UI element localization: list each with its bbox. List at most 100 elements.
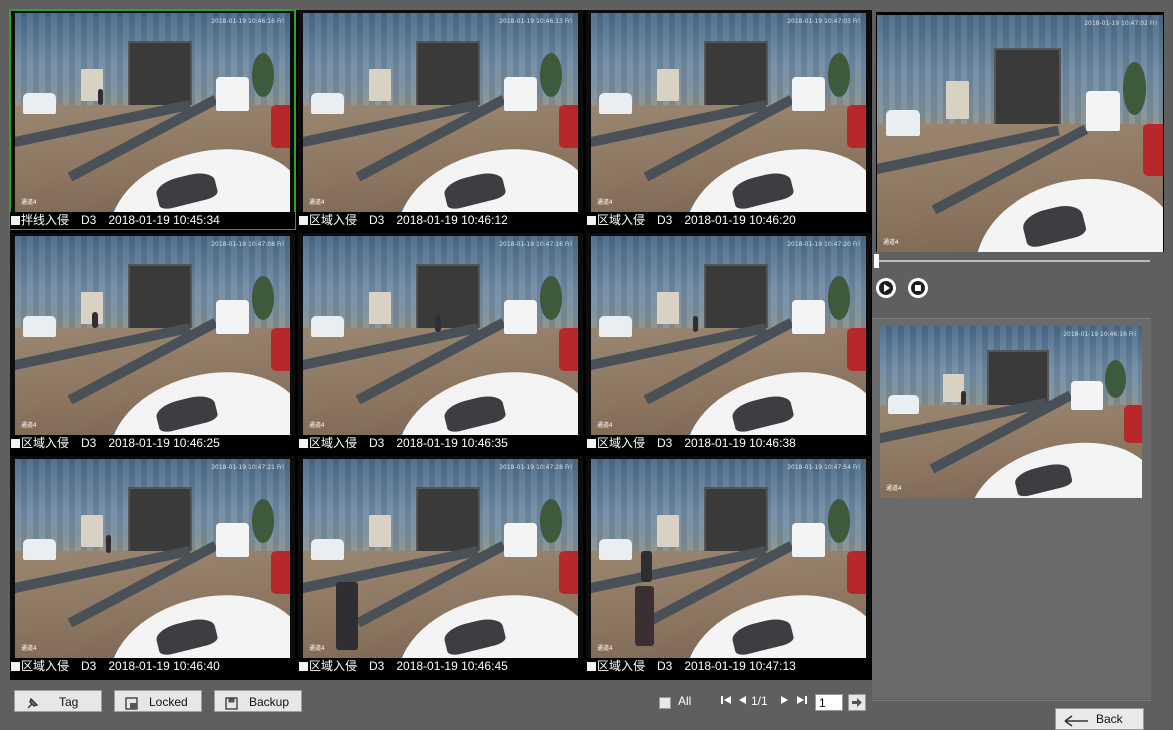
back-label: Back	[1096, 712, 1123, 726]
channel-label: D3	[657, 436, 673, 450]
stop-button[interactable]	[908, 278, 928, 298]
last-page-icon[interactable]	[796, 694, 808, 712]
save-icon	[225, 695, 239, 710]
channel-label: D3	[81, 213, 97, 227]
channel-overlay: 通道4	[21, 646, 37, 652]
snapshot-caption: 区域入侵 D3 2018-01-19 10:46:40	[10, 658, 295, 675]
select-checkbox[interactable]	[11, 662, 20, 671]
select-all-checkbox[interactable]	[659, 697, 671, 709]
event-type: 区域入侵	[309, 436, 358, 450]
seek-bar[interactable]	[876, 260, 1150, 262]
stop-icon	[910, 280, 926, 296]
snapshot-cell[interactable]: 2018-01-19 10:47:21 Fri 通道4 区域入侵 D3 2018-0…	[10, 456, 295, 675]
event-type: 区域入侵	[597, 436, 646, 450]
select-checkbox[interactable]	[587, 216, 596, 225]
snapshot-cell[interactable]: 2018-01-19 10:46:16 Fri 通道4 拌线入侵 D3 2018-0…	[9, 9, 296, 230]
backup-label: Backup	[249, 695, 290, 709]
arrow-right-icon	[852, 698, 862, 707]
select-checkbox[interactable]	[299, 216, 308, 225]
prev-page-icon[interactable]	[737, 694, 747, 712]
snapshot-image: 2018-01-19 10:46:16 Fri 通道4	[15, 13, 290, 212]
tag-label: Tag	[59, 695, 79, 709]
snapshot-cell[interactable]: 2018-01-19 10:47:08 Fri 通道4 区域入侵 D3 2018-0…	[10, 233, 295, 452]
snapshot-caption: 区域入侵 D3 2018-01-19 10:46:38	[586, 435, 871, 452]
event-time: 2018-01-19 10:46:38	[684, 436, 796, 450]
channel-overlay: 通道4	[309, 423, 325, 429]
select-checkbox[interactable]	[587, 439, 596, 448]
video-timestamp: 2018-01-19 10:47:20 Fri	[787, 241, 860, 248]
video-timestamp: 2018-01-19 10:47:54 Fri	[787, 464, 860, 471]
video-timestamp: 2018-01-19 10:47:16 Fri	[499, 241, 572, 248]
video-player[interactable]: 2018-01-19 10:47:02 Fri 通道4	[876, 12, 1164, 252]
snapshot-caption: 区域入侵 D3 2018-01-19 10:46:35	[298, 435, 583, 452]
snapshot-image: 2018-01-19 10:47:08 Fri 通道4	[15, 236, 290, 435]
channel-label: D3	[81, 436, 97, 450]
back-button[interactable]: Back	[1055, 708, 1144, 730]
event-type: 区域入侵	[309, 213, 358, 227]
video-timestamp: 2018-01-19 10:46:13 Fri	[499, 18, 572, 25]
select-checkbox[interactable]	[11, 216, 20, 225]
snapshot-image: 2018-01-19 10:47:28 Fri 通道4	[303, 459, 578, 658]
locked-button[interactable]: Locked	[114, 690, 202, 712]
snapshot-cell[interactable]: 2018-01-19 10:47:03 Fri 通道4 区域入侵 D3 2018-0…	[586, 10, 871, 229]
select-checkbox[interactable]	[11, 439, 20, 448]
channel-label: D3	[369, 659, 385, 673]
lock-icon	[125, 695, 139, 710]
event-time: 2018-01-19 10:46:45	[396, 659, 508, 673]
page-number-input[interactable]: 1	[815, 694, 843, 711]
channel-label: D3	[369, 436, 385, 450]
select-checkbox[interactable]	[587, 662, 596, 671]
snapshot-image: 2018-01-19 10:47:16 Fri 通道4	[303, 236, 578, 435]
snapshot-caption: 区域入侵 D3 2018-01-19 10:46:45	[298, 658, 583, 675]
snapshot-caption: 区域入侵 D3 2018-01-19 10:46:20	[586, 212, 871, 229]
event-type: 区域入侵	[597, 659, 646, 673]
snapshot-caption: 区域入侵 D3 2018-01-19 10:47:13	[586, 658, 871, 675]
play-button[interactable]	[876, 278, 896, 298]
channel-overlay: 通道4	[309, 646, 325, 652]
go-page-button[interactable]	[848, 694, 866, 711]
channel-overlay: 通道4	[597, 646, 613, 652]
snapshot-cell[interactable]: 2018-01-19 10:46:13 Fri 通道4 区域入侵 D3 2018-0…	[298, 10, 583, 229]
next-page-icon[interactable]	[780, 694, 790, 712]
event-time: 2018-01-19 10:46:12	[396, 213, 508, 227]
snapshot-image: 2018-01-19 10:46:13 Fri 通道4	[303, 13, 578, 212]
snapshot-cell[interactable]: 2018-01-19 10:47:28 Fri 通道4 区域入侵 D3 2018-0…	[298, 456, 583, 675]
select-checkbox[interactable]	[299, 439, 308, 448]
first-page-icon[interactable]	[720, 694, 732, 712]
snapshot-cell[interactable]: 2018-01-19 10:47:54 Fri 通道4 区域入侵 D3 2018-0…	[586, 456, 871, 675]
channel-overlay: 通道4	[886, 486, 902, 492]
snapshot-image: 2018-01-19 10:47:20 Fri 通道4	[591, 236, 866, 435]
select-all-label: All	[678, 694, 692, 708]
snapshot-caption: 区域入侵 D3 2018-01-19 10:46:12	[298, 212, 583, 229]
video-timestamp: 2018-01-19 10:46:16 Fri	[1063, 331, 1136, 338]
seek-handle[interactable]	[874, 254, 879, 268]
video-preview-image: 2018-01-19 10:47:02 Fri 通道4	[877, 15, 1163, 252]
snapshot-caption: 拌线入侵 D3 2018-01-19 10:45:34	[10, 212, 295, 229]
backup-button[interactable]: Backup	[214, 690, 302, 712]
snapshot-cell[interactable]: 2018-01-19 10:47:16 Fri 通道4 区域入侵 D3 2018-0…	[298, 233, 583, 452]
event-type: 区域入侵	[309, 659, 358, 673]
page-info: 1/1	[751, 694, 768, 708]
channel-overlay: 通道4	[597, 423, 613, 429]
channel-label: D3	[369, 213, 385, 227]
locked-label: Locked	[149, 695, 188, 709]
snapshot-image: 2018-01-19 10:47:21 Fri 通道4	[15, 459, 290, 658]
snapshot-caption: 区域入侵 D3 2018-01-19 10:46:25	[10, 435, 295, 452]
select-checkbox[interactable]	[299, 662, 308, 671]
event-time: 2018-01-19 10:46:25	[108, 436, 220, 450]
play-icon	[878, 280, 894, 296]
event-type: 区域入侵	[21, 659, 70, 673]
snapshot-grid: 2018-01-19 10:46:16 Fri 通道4 拌线入侵 D3 2018-0…	[9, 9, 872, 680]
video-timestamp: 2018-01-19 10:47:08 Fri	[211, 241, 284, 248]
snapshot-image: 2018-01-19 10:47:54 Fri 通道4	[591, 459, 866, 658]
event-time: 2018-01-19 10:46:40	[108, 659, 220, 673]
channel-label: D3	[81, 659, 97, 673]
snapshot-cell[interactable]: 2018-01-19 10:47:20 Fri 通道4 区域入侵 D3 2018-0…	[586, 233, 871, 452]
tag-button[interactable]: Tag	[14, 690, 102, 712]
video-timestamp: 2018-01-19 10:47:02 Fri	[1084, 20, 1157, 27]
channel-overlay: 通道4	[309, 200, 325, 206]
video-timestamp: 2018-01-19 10:47:21 Fri	[211, 464, 284, 471]
thumbnail-image: 2018-01-19 10:46:16 Fri 通道4	[880, 326, 1142, 498]
pin-icon	[25, 695, 39, 709]
back-arrow-icon	[1064, 715, 1088, 727]
